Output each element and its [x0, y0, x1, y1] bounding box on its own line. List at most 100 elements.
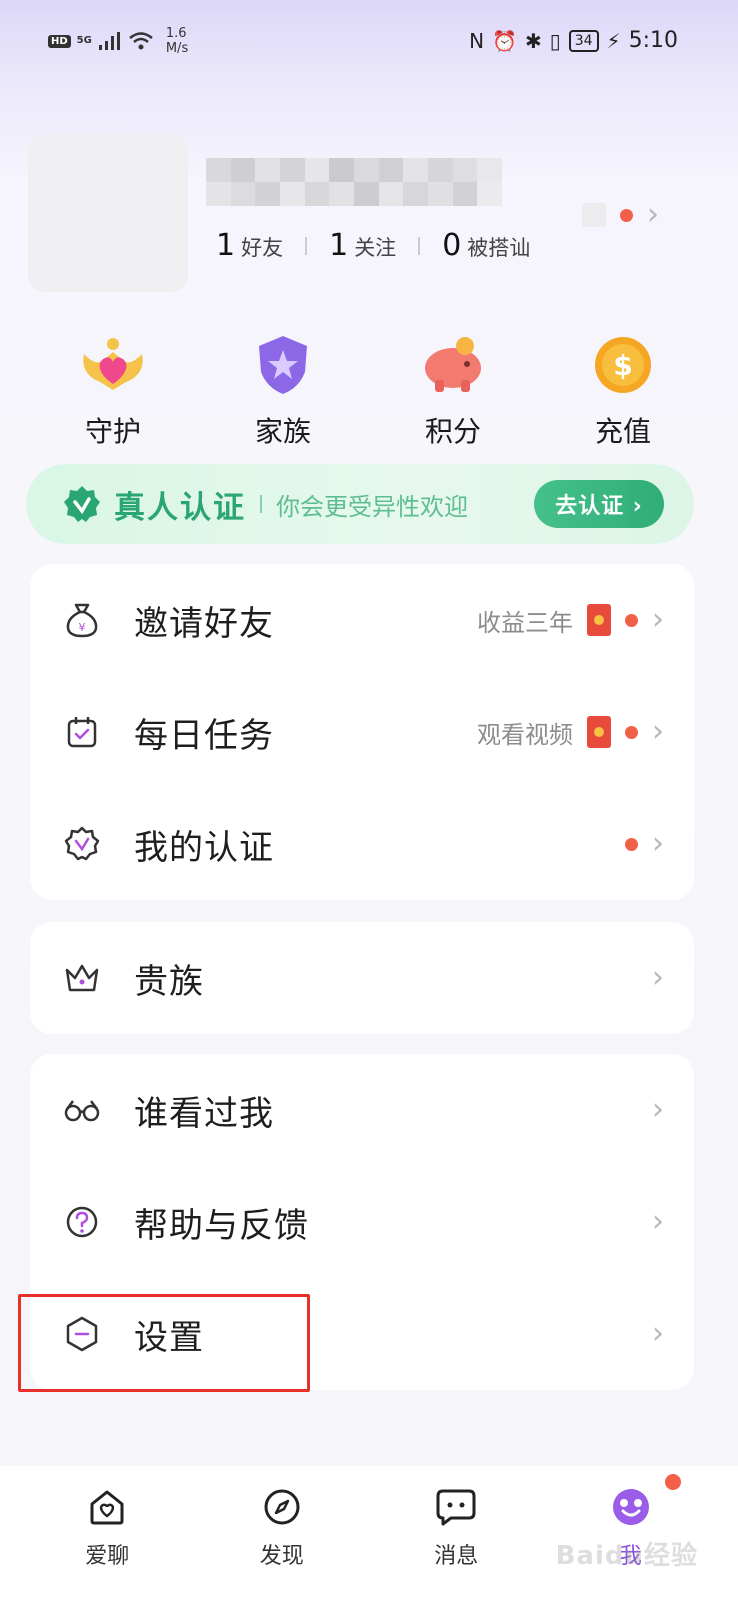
menu-item-label: 贵族 [134, 961, 204, 1002]
network-speed: 1.6 M/s [166, 26, 188, 56]
menu-item-label: 每日任务 [134, 715, 274, 756]
stat-label: 被搭讪 [467, 236, 531, 260]
watermark: Baidu经验 [555, 1541, 698, 1571]
profile-stats: 1 好友 1 关注 0 被搭讪 [216, 228, 530, 263]
menu-card-1: ¥ 邀请好友 收益三年 › 每日任务 观看视频 › 我的认证 › [30, 564, 694, 900]
nav-label: 发现 [259, 1544, 304, 1569]
nav-tab-discover[interactable]: 发现 [212, 1476, 352, 1600]
chevron-right-icon: › [652, 826, 664, 861]
heart-crown-icon [78, 330, 148, 400]
nav-tab-messages[interactable]: 消息 [386, 1476, 526, 1600]
chevron-right-icon: › [652, 1092, 664, 1127]
svg-text:$: $ [613, 349, 632, 382]
stat-approached[interactable]: 0 被搭讪 [442, 228, 530, 263]
nav-tab-chat[interactable]: 爱聊 [37, 1476, 177, 1600]
clock: 5:10 [628, 28, 678, 53]
stat-number: 1 [216, 228, 236, 263]
menu-item-help-feedback[interactable]: 帮助与反馈 › [30, 1166, 694, 1278]
menu-item-hint: 观看视频 [477, 720, 573, 749]
dollar-coin-icon: $ [588, 330, 658, 400]
battery-indicator: 34 [568, 29, 599, 52]
svg-text:¥: ¥ [79, 621, 86, 634]
glasses-icon [62, 1090, 102, 1130]
menu-item-label: 帮助与反馈 [134, 1205, 309, 1246]
stat-number: 0 [442, 228, 462, 263]
hd-indicator: HD [48, 34, 71, 48]
crown-icon [62, 958, 102, 998]
calendar-check-icon [62, 712, 102, 752]
bluetooth-icon: ✱ [524, 28, 542, 53]
stat-following[interactable]: 1 关注 [329, 228, 396, 263]
stat-number: 1 [329, 228, 349, 263]
notification-dot [625, 725, 638, 739]
chat-bubble-icon [431, 1482, 481, 1532]
divider [260, 495, 262, 513]
go-verify-button[interactable]: 去认证 › [534, 480, 664, 528]
quick-action-label: 家族 [254, 415, 311, 448]
charging-icon: ⚡ [606, 28, 621, 53]
menu-item-label: 谁看过我 [134, 1093, 274, 1134]
avatar[interactable] [28, 134, 188, 292]
quick-action-guard[interactable]: 守护 [28, 330, 198, 450]
stat-friends[interactable]: 1 好友 [216, 228, 283, 263]
profile-icon [606, 1482, 656, 1532]
red-packet-icon [587, 716, 611, 748]
network-type: 5G [76, 35, 92, 46]
username-blurred [206, 158, 502, 206]
menu-item-daily-tasks[interactable]: 每日任务 观看视频 › [30, 676, 694, 788]
menu-item-nobility[interactable]: 贵族 › [30, 922, 694, 1034]
quick-action-recharge[interactable]: $ 充值 [538, 330, 708, 450]
badge-check-icon [62, 824, 102, 864]
nav-label: 消息 [434, 1544, 479, 1569]
quick-actions: 守护 家族 积分 $ 充值 [28, 330, 708, 450]
quick-action-family[interactable]: 家族 [198, 330, 368, 450]
quick-action-label: 积分 [424, 415, 481, 448]
chevron-right-icon: › [652, 714, 664, 749]
shield-star-icon [248, 330, 318, 400]
stat-label: 关注 [354, 236, 397, 260]
verify-title: 真人认证 [114, 489, 246, 526]
signal-icon [98, 32, 120, 50]
alarm-icon: ⏰ [492, 28, 517, 53]
notification-dot [625, 613, 638, 627]
nav-label: 爱聊 [85, 1544, 130, 1569]
vibrate-icon: ▯ [549, 28, 561, 53]
wifi-icon [129, 32, 153, 50]
menu-item-invite-friends[interactable]: ¥ 邀请好友 收益三年 › [30, 564, 694, 676]
profile-detail-link[interactable]: › [582, 200, 659, 230]
menu-card-2: 贵族 › [30, 922, 694, 1034]
menu-item-label: 我的认证 [134, 827, 274, 868]
quick-action-label: 守护 [84, 415, 141, 448]
quick-action-points[interactable]: 积分 [368, 330, 538, 450]
red-packet-icon [587, 604, 611, 636]
notification-dot [625, 837, 638, 851]
settings-hexagon-icon [62, 1314, 102, 1354]
verify-subtitle: 你会更受异性欢迎 [276, 492, 468, 521]
divider [305, 236, 308, 255]
verified-badge-icon [64, 486, 100, 522]
quick-action-label: 充值 [594, 415, 651, 448]
divider [418, 236, 421, 255]
menu-item-settings[interactable]: 设置 › [30, 1278, 694, 1390]
real-person-verify-banner[interactable]: 真人认证 你会更受异性欢迎 去认证 › [26, 464, 694, 544]
menu-item-who-viewed-me[interactable]: 谁看过我 › [30, 1054, 694, 1166]
menu-item-label: 邀请好友 [134, 603, 274, 644]
home-heart-icon [82, 1482, 132, 1532]
bottom-nav: 爱聊 发现 消息 我 Baidu经验 [0, 1466, 738, 1600]
speed-value: 1.6 [165, 26, 187, 41]
chevron-right-icon: › [652, 602, 664, 637]
question-icon [62, 1202, 102, 1242]
chevron-right-icon: › [652, 1316, 664, 1351]
menu-card-3: 谁看过我 › 帮助与反馈 › 设置 › [30, 1054, 694, 1390]
chevron-right-icon: › [652, 1204, 664, 1239]
money-bag-icon: ¥ [62, 600, 102, 640]
menu-item-hint: 收益三年 [477, 608, 573, 637]
piggy-bank-icon [418, 330, 488, 400]
compass-icon [257, 1482, 307, 1532]
menu-item-label: 设置 [134, 1317, 204, 1358]
nfc-icon: N [469, 28, 485, 53]
speed-unit: M/s [165, 41, 189, 56]
menu-item-my-verification[interactable]: 我的认证 › [30, 788, 694, 900]
blurred-badge [582, 203, 606, 227]
stat-label: 好友 [241, 236, 284, 260]
